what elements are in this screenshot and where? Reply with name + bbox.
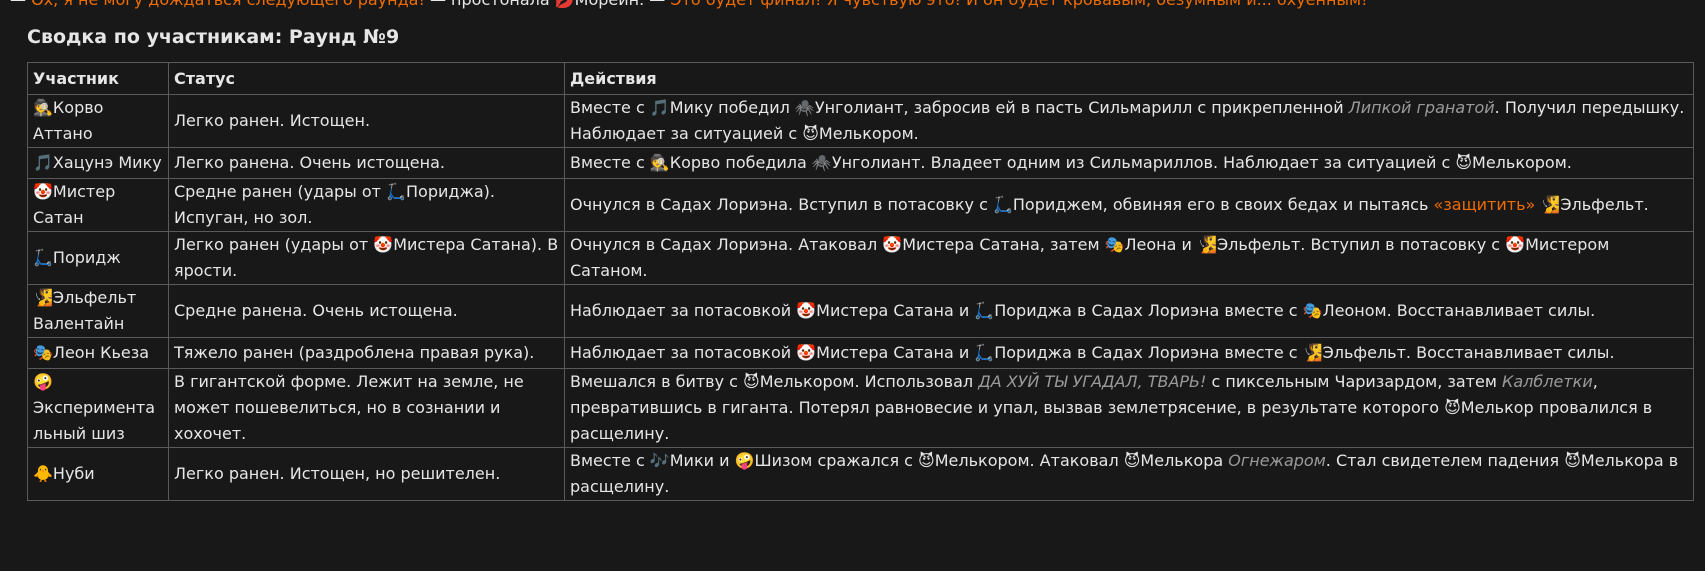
participant-name: 🎵Хацунэ Мику — [27, 147, 169, 179]
participant-name: 🤡Мистер Сатан — [27, 178, 169, 232]
participant-name: 🎭Леон Кьеза — [27, 337, 169, 369]
participant-name: 🛴Поридж — [27, 231, 169, 285]
action-text: Наблюдает за потасовкой 🤡Мистера Сатана … — [570, 301, 1596, 320]
previous-dialogue-line: — Ох, я не могу дождаться следующего рау… — [10, 0, 1368, 10]
participant-actions: Вместе с 🕵️Корво победила 🕷️Унголиант. В… — [564, 147, 1694, 179]
action-text: 🧏Эльфельт. — [1535, 195, 1649, 214]
action-text: Вмешался в битву с 😈Мелькором. Использов… — [570, 372, 979, 391]
header-participant: Участник — [27, 62, 169, 95]
item-name-italic: Липкой гранатой — [1348, 98, 1495, 117]
item-name-italic: Огнежаром — [1228, 451, 1326, 470]
action-text: Очнулся в Садах Лориэна. Вступил в потас… — [570, 195, 1434, 214]
participants-table: Участник Статус Действия 🕵️Корво Аттано Л… — [27, 62, 1694, 501]
participant-actions: Вмешался в битву с 😈Мелькором. Использов… — [564, 368, 1694, 448]
table-row: 🤡Мистер Сатан Средне ранен (удары от 🛴Пор… — [27, 178, 1694, 232]
quoted-highlight: «защитить» — [1433, 195, 1536, 214]
participant-actions: Очнулся в Садах Лориэна. Вступил в потас… — [564, 178, 1694, 232]
header-status: Статус — [168, 62, 565, 95]
participant-status: Легко ранен (удары от 🤡Мистера Сатана). … — [168, 231, 565, 285]
table-row: 🛴Поридж Легко ранен (удары от 🤡Мистера Са… — [27, 231, 1694, 285]
speaker-attribution: — простонала 💋Морейн. — — [430, 0, 665, 9]
participant-status: В гигантской форме. Лежит на земле, не м… — [168, 368, 565, 448]
table-row: 🤪Экспериментальный шиз В гигантской форме… — [27, 368, 1694, 448]
participant-actions: Наблюдает за потасовкой 🤡Мистера Сатана … — [564, 337, 1694, 369]
action-text: Вместе с 🎶Мики и 🤪Шизом сражался с 😈Мель… — [570, 451, 1229, 470]
table-row: 🐥Нуби Легко ранен. Истощен, но решителен.… — [27, 447, 1694, 501]
quote-orange-b: Это будет финал! Я чувствую это! И он бу… — [670, 0, 1367, 9]
table-row: 🧏Эльфельт Валентайн Средне ранена. Очень … — [27, 284, 1694, 338]
participant-status: Легко ранена. Очень истощена. — [168, 147, 565, 179]
participant-name: 🤪Экспериментальный шиз — [27, 368, 169, 448]
participant-name: 🐥Нуби — [27, 447, 169, 501]
action-text: Вместе с 🕵️Корво победила 🕷️Унголиант. В… — [570, 153, 1572, 172]
participant-status: Средне ранена. Очень истощена. — [168, 284, 565, 338]
item-name-italic: Калблетки — [1502, 372, 1593, 391]
participant-actions: Вместе с 🎶Мики и 🤪Шизом сражался с 😈Мель… — [564, 447, 1694, 501]
section-title: Сводка по участникам: Раунд №9 — [27, 26, 400, 48]
participant-name: 🧏Эльфельт Валентайн — [27, 284, 169, 338]
quote-orange-a: Ох, я не могу дождаться следующего раунд… — [31, 0, 425, 9]
table-row: 🕵️Корво Аттано Легко ранен. Истощен. Вмест… — [27, 94, 1694, 148]
participant-actions: Наблюдает за потасовкой 🤡Мистера Сатана … — [564, 284, 1694, 338]
participant-status: Легко ранен. Истощен. — [168, 94, 565, 148]
table-header-row: Участник Статус Действия — [27, 62, 1694, 95]
table-row: 🎵Хацунэ Мику Легко ранена. Очень истощена… — [27, 147, 1694, 179]
participant-name: 🕵️Корво Аттано — [27, 94, 169, 148]
item-name-italic: ДА ХУЙ ТЫ УГАДАЛ, ТВАРЬ! — [978, 372, 1207, 391]
header-actions: Действия — [564, 62, 1694, 95]
participant-status: Средне ранен (удары от 🛴Пориджа). Испуга… — [168, 178, 565, 232]
dash: — — [10, 0, 26, 9]
action-text: с пиксельным Чаризардом, затем — [1206, 372, 1502, 391]
action-text: Наблюдает за потасовкой 🤡Мистера Сатана … — [570, 343, 1615, 362]
table-row: 🎭Леон Кьеза Тяжело ранен (раздроблена пра… — [27, 337, 1694, 369]
participant-status: Легко ранен. Истощен, но решителен. — [168, 447, 565, 501]
participant-actions: Вместе с 🎵Мику победил 🕷️Унголиант, забр… — [564, 94, 1694, 148]
action-text: Вместе с 🎵Мику победил 🕷️Унголиант, забр… — [570, 98, 1349, 117]
participant-actions: Очнулся в Садах Лориэна. Атаковал 🤡Мисте… — [564, 231, 1694, 285]
action-text: Очнулся в Садах Лориэна. Атаковал 🤡Мисте… — [570, 235, 1610, 280]
participant-status: Тяжело ранен (раздроблена правая рука). — [168, 337, 565, 369]
